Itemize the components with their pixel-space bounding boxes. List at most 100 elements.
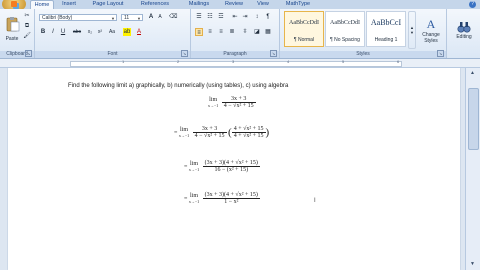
tab-view[interactable]: View <box>254 0 272 9</box>
align-right-icon[interactable]: ≡ <box>217 28 225 36</box>
styles-scroll-icon[interactable]: ▲ ▼ <box>408 11 416 49</box>
strikethrough-button[interactable]: abc <box>71 28 83 36</box>
increase-indent-icon[interactable]: ⇥ <box>241 13 249 21</box>
tab-mailings[interactable]: Mailings <box>184 0 214 9</box>
ruler-number: 4 <box>287 59 290 64</box>
styles-launcher-icon[interactable]: ↘ <box>437 50 444 57</box>
help-icon[interactable]: ? <box>469 1 476 8</box>
scroll-down-icon[interactable]: ▼ <box>468 261 477 268</box>
decrease-indent-icon[interactable]: ⇤ <box>231 13 239 21</box>
clipboard-launcher-icon[interactable]: ↘ <box>25 50 32 57</box>
paste-label: Paste <box>5 36 19 42</box>
tab-insert[interactable]: Insert <box>58 0 80 9</box>
conjugate-numerator: 4 + √x² + 15 <box>231 126 266 133</box>
font-launcher-icon[interactable]: ↘ <box>181 50 188 57</box>
font-name-combo[interactable]: Calibri (Body) ▼ <box>39 14 117 21</box>
paste-button[interactable] <box>3 11 23 37</box>
shading-icon[interactable]: ◪ <box>253 28 261 36</box>
scroll-up-icon[interactable]: ▲ <box>468 70 477 77</box>
scroll-thumb[interactable] <box>468 88 479 150</box>
text-cursor-icon: I <box>314 198 316 204</box>
tab-review[interactable]: Review <box>222 0 246 9</box>
clear-format-icon[interactable]: ⌫ <box>169 13 177 21</box>
ruler-track <box>70 61 402 67</box>
highlight-icon[interactable]: ab <box>123 28 131 36</box>
editing-group: Editing <box>447 9 480 58</box>
change-styles-button[interactable]: A Change Styles <box>417 11 445 49</box>
binoculars-icon <box>457 22 471 33</box>
lim-subscript: x→−1 <box>188 166 200 172</box>
tab-references[interactable]: References <box>138 0 172 9</box>
subscript-button[interactable]: x₂ <box>86 28 94 36</box>
clipboard-icon <box>6 17 20 32</box>
bold-button[interactable]: B <box>39 28 47 36</box>
tab-page-layout[interactable]: Page Layout <box>90 0 126 9</box>
shrink-font-button[interactable]: A <box>156 13 164 21</box>
vertical-scrollbar[interactable]: ▲ ▼ <box>465 68 480 270</box>
format-painter-icon[interactable]: 🖌 <box>23 32 31 40</box>
paragraph-group: ☰ ☷ ☲ ⇤ ⇥ ↕ ¶ ≡ ≡ ≡ ≣ ⇳ ◪ ▦ Paragraph ↘ <box>191 9 280 58</box>
ruler-number: 5 <box>342 59 345 64</box>
document-page[interactable]: Find the following limit a) graphically,… <box>8 68 460 270</box>
denominator: 4 − √x² + 15 <box>194 133 225 139</box>
numbering-icon[interactable]: ☷ <box>206 13 214 21</box>
style-no-spacing[interactable]: AaBbCcDdI ¶ No Spacing <box>325 11 365 47</box>
italic-button[interactable]: I <box>49 28 57 36</box>
multilevel-list-icon[interactable]: ☲ <box>217 13 225 21</box>
borders-icon[interactable]: ▦ <box>264 28 272 36</box>
font-group: Calibri (Body) ▼ 11 ▼ A A ⌫ B I U abc x₂ x… <box>35 9 191 58</box>
justify-icon[interactable]: ≣ <box>228 28 236 36</box>
lim-subscript: x→−1 <box>208 102 219 108</box>
paragraph-launcher-icon[interactable]: ↘ <box>270 50 277 57</box>
lim-text: lim <box>190 192 199 199</box>
styles-group-label: Styles <box>280 51 446 58</box>
font-size-value: 11 <box>124 15 130 21</box>
cut-icon[interactable]: ✂ <box>23 12 31 20</box>
denominator: 16 − (x² + 15) <box>214 167 249 173</box>
instruction-text: Find the following limit a) graphically,… <box>68 83 289 89</box>
limit-expression-1: lim x→−1 3x + 34 − √x² + 15 <box>208 96 256 109</box>
ruler-number: 2 <box>177 59 180 64</box>
chevron-down-icon: ▼ <box>111 16 115 21</box>
lim-subscript: x→−1 <box>188 198 200 204</box>
align-left-icon[interactable]: ≡ <box>195 28 203 36</box>
numerator: 3x + 3 <box>221 96 256 103</box>
superscript-button[interactable]: x² <box>96 28 104 36</box>
style-sample: AaBbCcDdI <box>289 20 319 26</box>
editing-button[interactable]: Editing <box>450 11 478 49</box>
limit-expression-3: = lim x→−1 (3x + 3)(4 + √x² + 15) 16 − (x²… <box>184 160 260 173</box>
style-name: ¶ No Spacing <box>330 37 360 43</box>
change-case-button[interactable]: Aa <box>108 28 116 36</box>
line-spacing-icon[interactable]: ⇳ <box>241 28 249 36</box>
align-center-icon[interactable]: ≡ <box>206 28 214 36</box>
style-sample: AaBbCcDdI <box>330 20 360 26</box>
grow-font-button[interactable]: A <box>147 13 155 21</box>
show-marks-icon[interactable]: ¶ <box>264 13 272 21</box>
denominator: 1 − x² <box>224 199 239 205</box>
ruler-number: 6 <box>397 59 400 64</box>
style-name: ¶ Normal <box>293 37 315 43</box>
underline-button[interactable]: U <box>59 28 67 36</box>
font-name-value: Calibri (Body) <box>42 15 73 21</box>
change-styles-icon: A <box>426 16 436 31</box>
copy-icon[interactable]: ⧉ <box>23 22 31 30</box>
sort-icon[interactable]: ↕ <box>253 13 261 21</box>
font-color-icon[interactable]: A <box>135 28 143 36</box>
bullets-icon[interactable]: ☰ <box>195 13 203 21</box>
tab-mathtype[interactable]: MathType <box>282 0 314 9</box>
horizontal-ruler[interactable]: 1 2 3 4 5 6 <box>0 59 480 68</box>
chevron-down-icon: ▼ <box>137 16 141 21</box>
lim-text: lim <box>180 126 189 133</box>
limit-expression-4: = lim x→−1 (3x + 3)(4 + √x² + 15) 1 − x² <box>184 192 260 205</box>
ribbon: Paste ✂ ⧉ 🖌 Clipboard ↘ Calibri (Body) ▼ … <box>0 9 480 59</box>
document-area: Find the following limit a) graphically,… <box>0 68 466 270</box>
font-group-label: Font <box>35 51 190 58</box>
clipboard-group: Paste ✂ ⧉ 🖌 Clipboard ↘ <box>0 9 35 58</box>
font-size-combo[interactable]: 11 ▼ <box>121 14 143 21</box>
style-heading-1[interactable]: AaBbCcI Heading 1 <box>366 11 406 47</box>
change-styles-label: Change Styles <box>422 31 440 44</box>
equals-sign: = <box>184 163 188 170</box>
styles-group: AaBbCcDdI ¶ Normal AaBbCcDdI ¶ No Spacin… <box>280 9 447 58</box>
denominator: 4 − √x² + 15 <box>223 103 254 109</box>
style-normal[interactable]: AaBbCcDdI ¶ Normal <box>284 11 324 47</box>
